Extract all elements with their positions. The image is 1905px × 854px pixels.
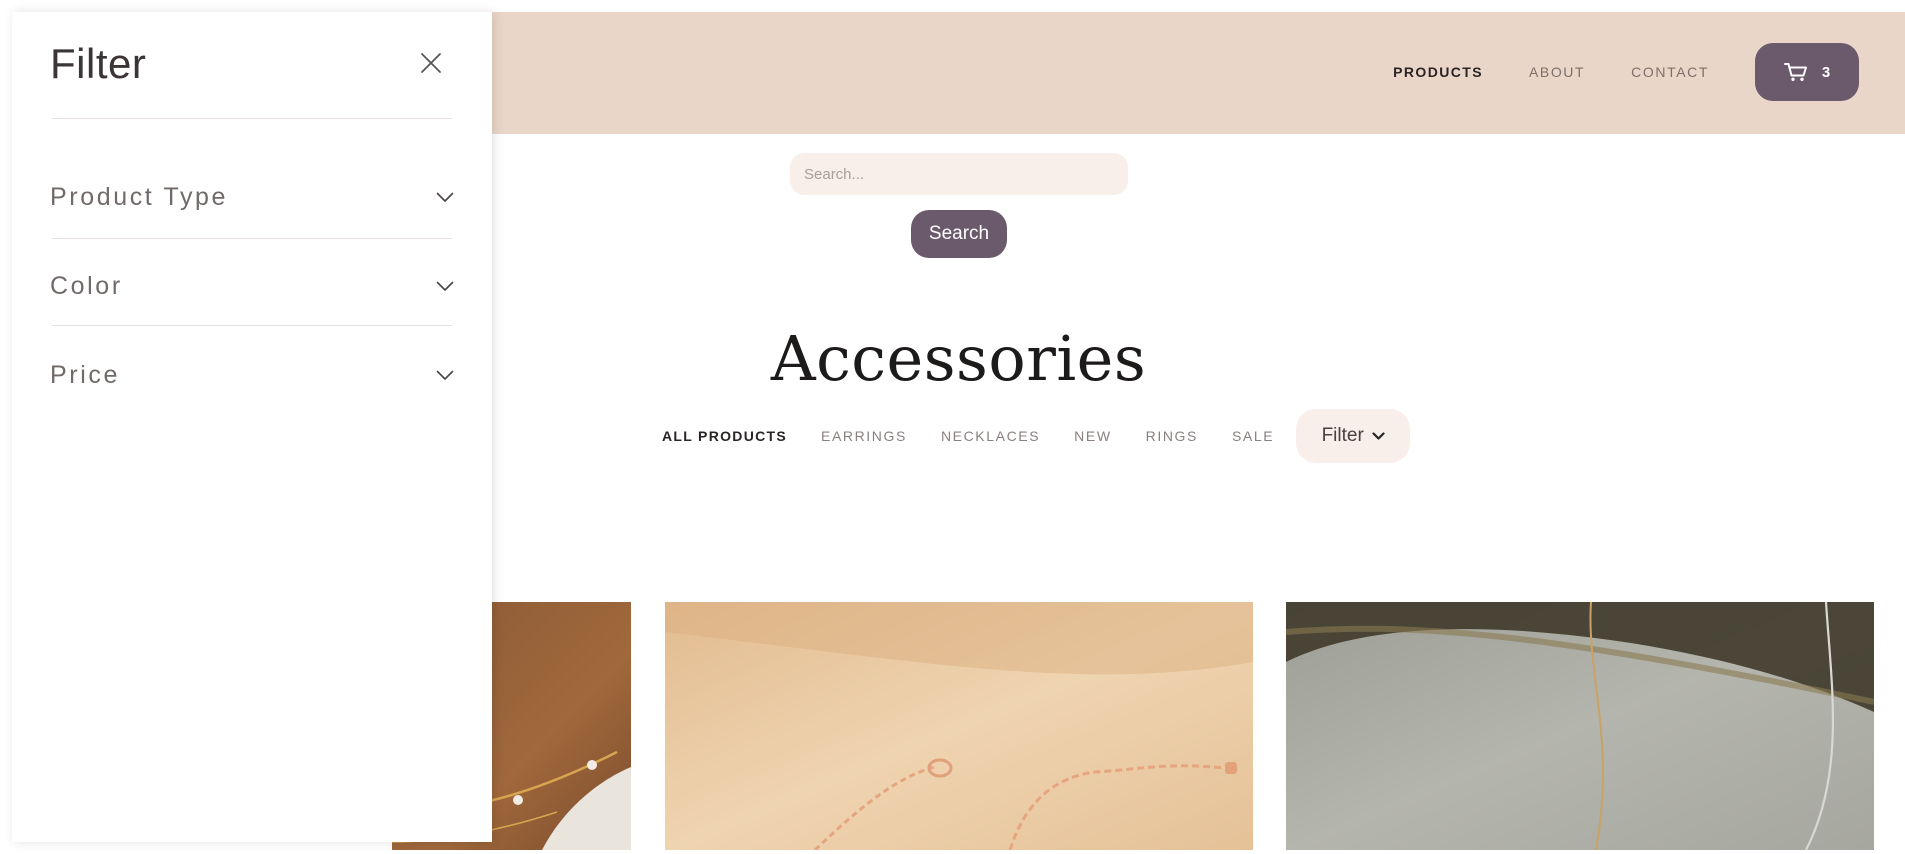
close-icon[interactable] [420, 52, 442, 74]
accordion-divider [52, 325, 452, 326]
chevron-down-icon [436, 192, 454, 203]
cart-count: 3 [1821, 63, 1831, 81]
chevron-down-icon [436, 281, 454, 292]
cart-icon [1783, 62, 1808, 82]
accordion-price[interactable]: Price [50, 355, 454, 395]
nav-link-contact[interactable]: CONTACT [1631, 64, 1709, 80]
chevron-down-icon [1372, 425, 1385, 447]
page: PRODUCTS ABOUT CONTACT 3 Search Accessor… [12, 12, 1905, 854]
accordion-color[interactable]: Color [50, 266, 454, 306]
drawer-title: Filter [50, 40, 147, 87]
category-rings[interactable]: RINGS [1146, 428, 1198, 444]
category-all-products[interactable]: ALL PRODUCTS [662, 428, 787, 444]
product-image-chain-clasp[interactable] [665, 602, 1253, 850]
drawer-divider [52, 118, 452, 119]
nav-link-products[interactable]: PRODUCTS [1393, 64, 1483, 80]
search-input[interactable] [790, 153, 1128, 195]
filter-button-label: Filter [1321, 425, 1364, 446]
accordion-label: Price [50, 360, 120, 389]
filter-drawer: Filter Product Type Color Price [12, 12, 492, 842]
search-button[interactable]: Search [911, 210, 1007, 258]
nav-link-about[interactable]: ABOUT [1529, 64, 1585, 80]
filter-button[interactable]: Filter [1296, 409, 1411, 463]
category-sale[interactable]: SALE [1232, 428, 1274, 444]
accordion-label: Color [50, 271, 123, 300]
main-nav: PRODUCTS ABOUT CONTACT 3 [1393, 43, 1859, 101]
accordion-label: Product Type [50, 182, 229, 211]
product-image-gold-chain[interactable] [1286, 602, 1874, 850]
category-necklaces[interactable]: NECKLACES [941, 428, 1040, 444]
cart-button[interactable]: 3 [1755, 43, 1859, 101]
accordion-divider [52, 238, 452, 239]
category-earrings[interactable]: EARRINGS [821, 428, 907, 444]
accordion-product-type[interactable]: Product Type [50, 177, 454, 217]
category-new[interactable]: NEW [1074, 428, 1111, 444]
category-bar: ALL PRODUCTS EARRINGS NECKLACES NEW RING… [662, 409, 1411, 463]
chevron-down-icon [436, 370, 454, 381]
